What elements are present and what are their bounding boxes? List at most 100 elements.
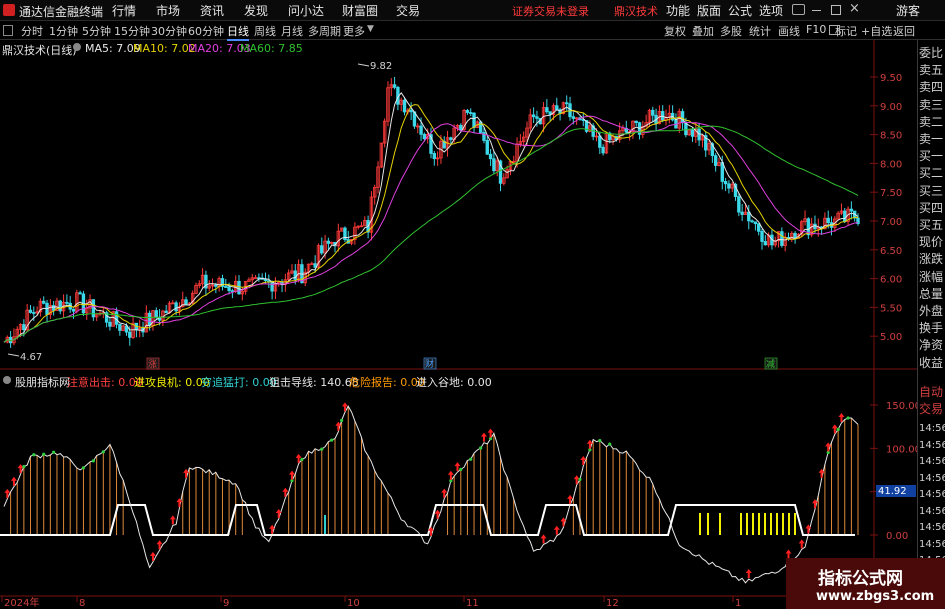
sidebar-field-label[interactable]: 涨幅 [919,268,945,287]
rise-dot [330,438,334,442]
candle-body [293,270,297,280]
attack-arrow [169,515,176,525]
rise-dot [300,457,304,462]
candle-body [432,153,437,160]
x-tick-label: 9 [223,598,229,609]
sniper-line [3,405,859,584]
candle-body [184,299,188,306]
sidebar-field-label[interactable]: 换手 [919,319,945,338]
x-tick-label: 12 [606,598,619,609]
indicator-tick-label: 0.00 [886,531,908,542]
sidebar-field-label[interactable]: 卖二 [919,113,945,132]
sidebar-field-label[interactable]: 卖三 [919,96,945,115]
attack-arrow [288,470,295,480]
candle-body [750,220,754,223]
candle-body [843,210,847,222]
sidebar-field-label[interactable]: 收益 [919,354,945,373]
sidebar-field-label[interactable]: 总量 [919,285,945,304]
low-price-pointer [7,353,20,357]
rise-dot [52,450,56,454]
rise-dot [846,416,850,420]
candle-body [723,181,728,185]
watermark-url: www.zbgs3.com [816,589,935,604]
attack-arrow [341,402,348,412]
candle-body [32,312,36,314]
price-tick-label: 8.00 [880,159,902,170]
rise-dot [22,465,26,469]
candle-body [740,211,744,215]
sidebar-field-label[interactable]: 净资 [919,336,945,355]
candle-body [598,135,602,148]
candle-body [535,116,539,119]
rise-dot [101,450,105,454]
candle-body [601,146,605,154]
attack-arrow [282,487,289,497]
candle-body [164,310,168,314]
candle-body [465,110,470,113]
price-tick-label: 9.50 [880,73,902,84]
candle-body [849,208,854,212]
chart-area[interactable]: 9.50 9.00 8.50 8.00 7.50 7.00 6.50 6.00 5.50 5.00… [0,0,945,609]
rise-dot [608,442,612,446]
candle-body [780,231,784,246]
watermark-title: 指标公式网 [818,569,903,589]
candle-body [469,112,473,114]
candle-body [488,153,493,160]
sidebar-field-label[interactable]: 现价 [919,233,945,252]
candle-body [174,302,178,312]
sidebar-field-label[interactable]: 买五 [919,216,945,235]
sidebar-field-label[interactable]: 委比 [919,44,945,63]
sidebar-field-label[interactable]: 涨跌 [919,250,945,269]
rise-dot [81,466,86,470]
candle-body [392,84,397,88]
sidebar-field-label[interactable]: 买四 [919,199,945,218]
sidebar-field-label[interactable]: 卖五 [919,61,945,80]
sidebar-auto-trade[interactable]: 交易 [919,400,945,419]
rise-dot [479,446,483,450]
watermark-banner: 指标公式网 www.zbgs3.com [786,558,945,609]
price-tick-label: 5.00 [880,332,902,343]
candle-body [680,111,685,124]
candle-body [65,301,69,304]
candle-body [492,158,496,172]
candle-body [813,223,817,230]
candle-body [224,286,228,288]
rise-dot [598,438,602,443]
indicator-current-label: 41.92 [878,486,907,497]
sidebar-field-label[interactable]: 外盘 [919,302,945,321]
candle-body [147,312,152,326]
candle-body [449,137,453,141]
candle-body [28,309,33,313]
sidebar-field-label[interactable]: 卖四 [919,78,945,97]
candle-body [154,310,158,318]
x-tick-label: 2024年 [4,596,39,609]
rise-dot [42,452,46,456]
price-tick-label: 6.50 [880,246,902,257]
x-tick-label: 1 [735,598,741,609]
candle-body [320,245,324,254]
candle-body [114,311,119,325]
candle-body [555,105,559,111]
sidebar-field-label[interactable]: 买二 [919,164,945,183]
sidebar-field-label[interactable]: 买一 [919,147,945,166]
candle-body [51,305,56,311]
candle-body [227,286,231,292]
candle-body [214,284,218,287]
candle-body [108,321,112,327]
low-price-label: 4.67 [20,352,42,363]
candle-body [485,140,489,155]
rise-dot [320,447,324,451]
candle-body [118,323,122,331]
price-tick-label: 8.50 [880,131,902,142]
sidebar-field-label[interactable]: 卖一 [919,130,945,149]
sidebar-field-label[interactable]: 买三 [919,182,945,201]
price-tick-label: 7.50 [880,188,902,199]
rise-dot [469,457,473,461]
attack-arrow [540,534,547,544]
candle-body [651,109,655,116]
candle-body [58,300,62,312]
event-marker-label: 财 [425,358,434,370]
candle-body [263,278,268,281]
candle-body [727,183,731,189]
attack-arrow [745,569,752,579]
